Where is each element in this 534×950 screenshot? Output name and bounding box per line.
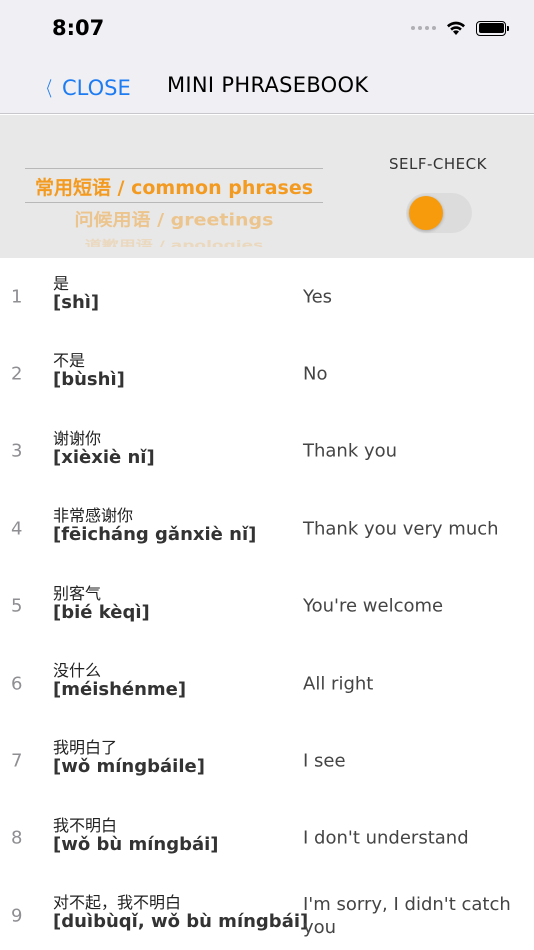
phrase-list: 1 是 [shì] Yes 2 不是 [bùshì] No 3 谢谢你 [xiè… [0,258,534,950]
phrase-english: You're welcome [303,595,444,617]
phrase-english: I'm sorry, I didn't catch you [303,893,511,938]
phrase-pinyin: [bùshì] [53,369,125,391]
wifi-icon [447,21,465,35]
phrase-english: I don't understand [303,827,469,849]
phrase-english: I see [303,750,346,772]
phrase-pinyin: [méishénme] [53,678,187,700]
phrase-number: 5 [11,595,23,617]
picker-top-divider [25,168,323,169]
picker-item[interactable]: 问候用语 / greetings [25,206,323,230]
phrase-pinyin: [fēicháng gǎnxiè nǐ] [53,524,257,546]
list-item[interactable]: 2 不是 [bùshì] No [0,335,534,412]
phrase-english: Thank you [303,440,398,462]
picker-item-selected[interactable]: 常用短语 / common phrases [25,173,323,200]
phrase-chinese: 谢谢你 [53,428,102,448]
phrase-chinese: 是 [53,274,70,293]
list-item[interactable]: 4 非常感谢你 [fēicháng gǎnxiè nǐ] Thank you v… [0,490,534,567]
phrase-chinese: 不是 [53,351,86,371]
status-bar: 8:07 [0,0,534,58]
phrase-pinyin: [wǒ míngbáile] [53,756,205,778]
phrase-number: 9 [11,905,23,927]
phrase-chinese: 别客气 [53,583,102,603]
list-item[interactable]: 6 没什么 [méishénme] All right [0,645,534,722]
phrase-number: 6 [11,673,23,695]
self-check-toggle[interactable] [406,193,472,233]
cellular-signal-icon [411,26,436,30]
phrase-english: Yes [303,286,333,308]
phrase-english: No [303,363,328,385]
phrase-number: 4 [11,518,23,540]
phrase-english: All right [303,673,374,695]
list-item[interactable]: 8 我不明白 [wǒ bù míngbái] I don't understan… [0,800,534,877]
phrase-number: 3 [11,440,23,462]
phrase-chinese: 对不起，我不明白 [53,893,182,913]
phrase-number: 2 [11,363,23,385]
picker-item[interactable]: 道歉用语 / apologies [25,235,323,247]
list-item[interactable]: 1 是 [shì] Yes [0,258,534,335]
list-item[interactable]: 5 别客气 [bié kèqì] You're welcome [0,568,534,645]
toggle-knob [409,196,443,230]
list-item[interactable]: 9 对不起，我不明白 [duìbùqǐ, wǒ bù míngbái] I'm … [0,877,534,950]
chevron-left-icon: 〈 [40,77,52,101]
phrase-pinyin: [wǒ bù míngbái] [53,833,219,855]
category-picker[interactable]: 常用短语 / common phrases 问候用语 / greetings 道… [25,167,323,247]
status-time: 8:07 [52,16,105,40]
phrase-pinyin: [duìbùqǐ, wǒ bù míngbái] [53,911,309,933]
phrase-pinyin: [bié kèqì] [53,601,150,623]
phrase-english: Thank you very much [303,518,499,540]
navigation-bar: 〈 CLOSE MINI PHRASEBOOK [0,58,534,114]
picker-bottom-divider [25,202,323,203]
phrase-number: 1 [11,286,23,308]
phrase-pinyin: [xièxiè nǐ] [53,446,155,468]
close-button[interactable]: 〈 CLOSE [36,73,131,102]
phrase-chinese: 我明白了 [53,738,118,758]
phrase-pinyin: [shì] [53,292,100,313]
phrase-chinese: 我不明白 [53,815,118,835]
phrase-chinese: 非常感谢你 [53,506,134,526]
battery-icon [476,20,509,36]
page-title: MINI PHRASEBOOK [167,73,369,97]
header-controls: 常用短语 / common phrases 问候用语 / greetings 道… [0,115,534,258]
phrase-number: 7 [11,750,23,772]
list-item[interactable]: 7 我明白了 [wǒ míngbáile] I see [0,722,534,799]
list-item[interactable]: 3 谢谢你 [xièxiè nǐ] Thank you [0,413,534,490]
phrase-number: 8 [11,827,23,849]
phrase-chinese: 没什么 [53,660,102,680]
status-icons [411,20,509,36]
close-button-label: CLOSE [62,75,131,100]
self-check-label: SELF-CHECK [389,155,487,173]
